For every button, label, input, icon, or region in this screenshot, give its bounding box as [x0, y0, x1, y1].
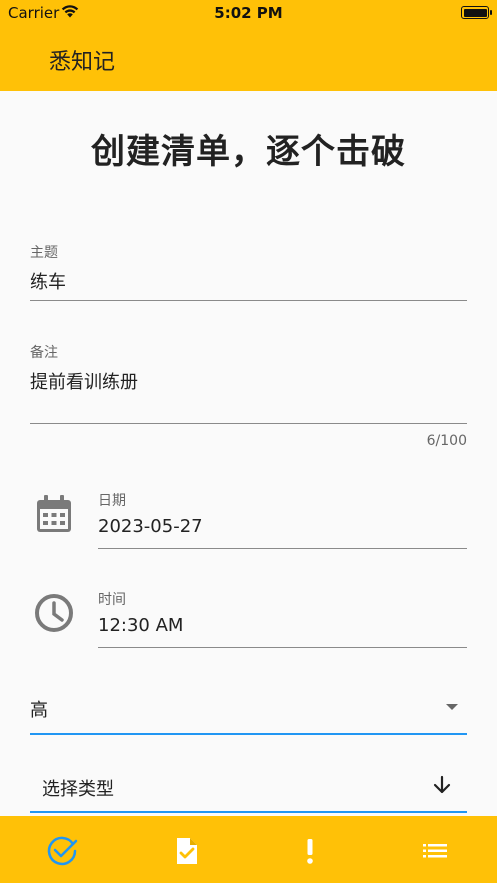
- document-check-icon[interactable]: [169, 834, 203, 868]
- bottom-nav: [0, 816, 497, 883]
- time-value[interactable]: 12:30 AM: [98, 615, 467, 636]
- check-circle-icon[interactable]: [45, 834, 79, 868]
- note-value[interactable]: 提前看训练册: [30, 368, 467, 394]
- dropdown-arrow-icon: [446, 704, 458, 710]
- note-field[interactable]: 备注 提前看训练册: [30, 342, 467, 424]
- priority-value: 高: [30, 700, 48, 721]
- app-bar: Carrier 5:02 PM 悉知记: [0, 0, 497, 91]
- time-label: 时间: [98, 592, 126, 608]
- date-label: 日期: [98, 493, 126, 509]
- calendar-icon[interactable]: [32, 492, 76, 536]
- subject-label: 主题: [30, 245, 58, 261]
- battery-tip: [490, 10, 492, 15]
- exclamation-icon[interactable]: [293, 834, 327, 868]
- type-dropdown[interactable]: 选择类型: [30, 768, 467, 814]
- time-field[interactable]: 时间 12:30 AM: [98, 589, 467, 649]
- date-value[interactable]: 2023-05-27: [98, 516, 467, 537]
- type-placeholder: 选择类型: [42, 779, 114, 800]
- note-underline: [30, 423, 467, 424]
- battery-icon: [461, 6, 489, 19]
- note-label: 备注: [30, 345, 58, 361]
- status-bar: Carrier 5:02 PM: [0, 0, 497, 26]
- date-field[interactable]: 日期 2023-05-27: [98, 490, 467, 550]
- app-title: 悉知记: [49, 50, 116, 75]
- list-icon[interactable]: [418, 834, 452, 868]
- subject-field[interactable]: 主题 练车: [30, 242, 467, 302]
- time-underline: [98, 647, 467, 648]
- subject-underline: [30, 300, 467, 301]
- type-underline: [30, 811, 467, 813]
- page-heading: 创建清单，逐个击破: [91, 132, 406, 172]
- clock-icon[interactable]: [32, 591, 76, 635]
- note-char-counter: 6/100: [426, 433, 467, 449]
- priority-underline: [30, 733, 467, 735]
- subject-value[interactable]: 练车: [30, 268, 467, 294]
- clock-label: 5:02 PM: [214, 4, 283, 22]
- date-underline: [98, 548, 467, 549]
- priority-dropdown[interactable]: 高: [30, 690, 467, 736]
- arrow-down-icon: [433, 775, 451, 794]
